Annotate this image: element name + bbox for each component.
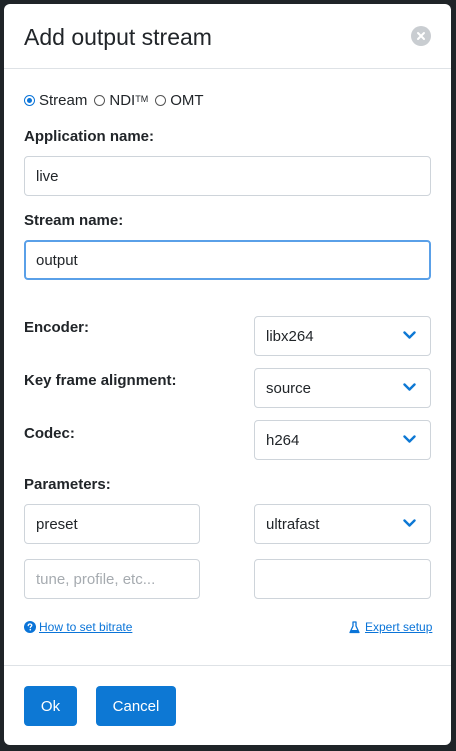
encoder-select[interactable]: libx264 [254, 316, 431, 356]
keyframe-alignment-select[interactable]: source [254, 368, 431, 408]
parameter-2-name-input[interactable] [24, 559, 200, 599]
dialog-footer: Ok Cancel [4, 665, 451, 745]
dialog-header: Add output stream [4, 4, 451, 69]
chevron-down-icon [403, 383, 416, 391]
close-icon [417, 32, 425, 40]
radio-stream-indicator[interactable] [24, 95, 35, 106]
radio-ndi-indicator[interactable] [94, 95, 106, 106]
flask-icon [349, 620, 360, 633]
parameter-1-value-select[interactable]: ultrafast [254, 504, 431, 544]
keyframe-alignment-label: Key frame alignment: [24, 372, 177, 389]
application-name-label: Application name: [24, 128, 155, 145]
radio-ndi-trademark: TM [135, 93, 149, 104]
radio-stream[interactable]: Stream [24, 92, 87, 109]
chevron-down-icon [403, 519, 416, 527]
stream-type-radio-group: Stream NDI TM OMT [24, 92, 211, 109]
radio-stream-label: Stream [39, 92, 88, 109]
expert-setup-label: Expert setup [365, 620, 433, 634]
parameter-1-name-input[interactable] [24, 504, 200, 544]
radio-ndi[interactable]: NDI TM [94, 92, 148, 109]
parameter-1-value-select-value: ultrafast [266, 515, 320, 533]
application-name-input[interactable] [24, 156, 431, 196]
encoder-label: Encoder: [24, 319, 90, 336]
expert-setup-link[interactable]: Expert setup [349, 620, 432, 634]
codec-select[interactable]: h264 [254, 420, 431, 460]
dialog-title: Add output stream [24, 24, 212, 50]
stream-name-input[interactable] [24, 240, 431, 280]
stream-name-label: Stream name: [24, 212, 124, 229]
how-to-set-bitrate-label: How to set bitrate [39, 620, 133, 634]
parameters-label: Parameters: [24, 476, 111, 493]
keyframe-alignment-select-value: source [266, 379, 312, 397]
parameter-2-value-input[interactable] [254, 559, 431, 599]
how-to-set-bitrate-link[interactable]: How to set bitrate [24, 620, 132, 634]
chevron-down-icon [403, 435, 416, 443]
radio-omt-label: OMT [170, 92, 204, 109]
chevron-down-icon [403, 331, 416, 339]
question-circle-icon [24, 621, 36, 633]
codec-select-value: h264 [266, 431, 300, 449]
radio-omt[interactable]: OMT [155, 92, 204, 109]
cancel-button[interactable]: Cancel [96, 686, 176, 726]
ok-button[interactable]: Ok [24, 686, 77, 726]
codec-label: Codec: [24, 425, 75, 442]
encoder-select-value: libx264 [266, 327, 314, 345]
radio-omt-indicator[interactable] [155, 95, 167, 106]
add-output-stream-dialog: Add output stream Stream NDI TM OMT Appli… [4, 4, 451, 745]
close-button[interactable] [411, 26, 431, 46]
radio-ndi-label: NDI [109, 92, 136, 109]
